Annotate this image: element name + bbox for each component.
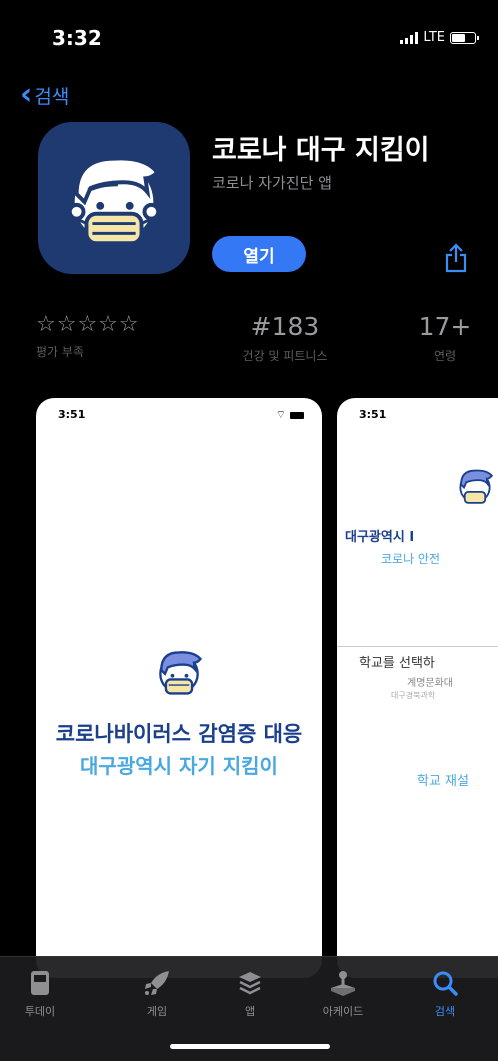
masked-face-icon [159, 651, 202, 695]
status-indicators: LTE [400, 30, 479, 45]
share-button[interactable] [436, 238, 476, 278]
screenshot-time: 3:51 [58, 408, 86, 421]
school-select-label: 학교를 선택하 [359, 656, 435, 671]
screenshot-1[interactable]: 3:51 ⌔ 코로나바이러스 감염증 대응 대구광역시 자기 지킴이 [36, 398, 322, 978]
chevron-left-icon: ‹ [20, 77, 33, 112]
back-button[interactable]: ‹ 검색 [20, 80, 69, 110]
tab-arcade[interactable]: 아케이드 [308, 965, 378, 1019]
tab-search[interactable]: 검색 [410, 965, 480, 1019]
tab-label: 게임 [146, 1005, 168, 1018]
tab-today[interactable]: 투데이 [5, 965, 75, 1019]
rating-stars: ☆☆☆☆☆ [36, 312, 140, 337]
age-stat: 17+ 연령 [410, 312, 480, 364]
today-icon [5, 965, 75, 1001]
masked-face-icon [459, 469, 494, 504]
tab-label: 앱 [244, 1005, 256, 1018]
rating-stat: ☆☆☆☆☆ 평가 부족 [36, 312, 140, 360]
app-icon [38, 122, 190, 274]
divider [337, 646, 498, 647]
rank-value: #183 [250, 312, 320, 341]
battery-icon [290, 411, 304, 419]
screenshot-status-icons: ⌔ [276, 408, 304, 422]
tab-apps[interactable]: 앱 [215, 965, 285, 1019]
rocket-icon [122, 965, 192, 1001]
network-label: LTE [423, 30, 445, 45]
share-icon [445, 243, 467, 273]
tab-label: 검색 [434, 1005, 456, 1018]
battery-icon [450, 31, 479, 44]
signal-icon [400, 31, 419, 44]
screenshot-headline: 코로나바이러스 감염증 대응 [55, 722, 303, 746]
tab-label: 투데이 [24, 1005, 56, 1018]
status-bar: 3:32 LTE [0, 0, 498, 80]
age-label: 연령 [433, 349, 457, 363]
open-button[interactable]: 열기 [212, 236, 306, 272]
tab-bar: 투데이 게임 앱 아케이드 검색 [0, 956, 498, 1061]
rating-label: 평가 부족 [36, 345, 84, 359]
app-title: 코로나 대구 지킴이 [212, 135, 430, 166]
screenshot-2[interactable]: 3:51 대구광역시 I 코로나 안전 학교를 선택하 계명문화대 대구경북과학… [337, 398, 498, 978]
school-option: 계명문화대 [407, 678, 453, 689]
wifi-icon: ⌔ [275, 408, 286, 421]
screenshot-title: 대구광역시 I [345, 530, 415, 545]
rank-label: 건강 및 피트니스 [242, 349, 328, 363]
screenshot-subheadline: 대구광역시 자기 지킴이 [80, 754, 278, 778]
school-option: 대구경북과학 [391, 691, 436, 700]
school-reselect-label: 학교 재설 [417, 774, 469, 789]
tab-games[interactable]: 게임 [122, 965, 192, 1019]
app-subtitle: 코로나 자가진단 앱 [212, 174, 332, 192]
masked-face-icon [67, 156, 161, 246]
age-value: 17+ [418, 312, 472, 341]
stats-row: ☆☆☆☆☆ 평가 부족 #183 건강 및 피트니스 17+ 연령 [0, 312, 498, 372]
home-indicator[interactable] [170, 1044, 330, 1049]
tab-label: 아케이드 [322, 1005, 364, 1018]
search-icon [410, 965, 480, 1001]
battery-level [452, 33, 465, 42]
screenshot-time: 3:51 [359, 408, 387, 421]
status-time: 3:32 [52, 26, 102, 50]
back-label: 검색 [34, 85, 70, 108]
screenshot-subtitle: 코로나 안전 [381, 552, 441, 566]
rank-stat[interactable]: #183 건강 및 피트니스 [230, 312, 340, 364]
apps-stack-icon [215, 965, 285, 1001]
arcade-joystick-icon [308, 965, 378, 1001]
